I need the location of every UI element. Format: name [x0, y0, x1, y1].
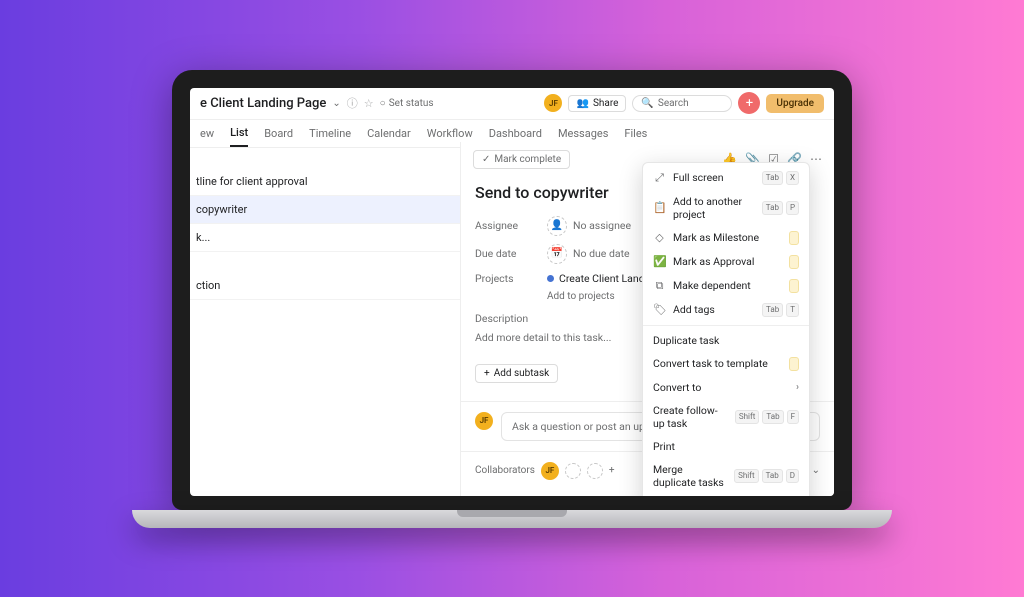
assignee-label: Assignee — [475, 219, 547, 232]
more-icon[interactable]: ⋯ — [810, 152, 822, 166]
task-row[interactable]: ction — [190, 272, 460, 300]
task-list: tline for client approval copywriter k..… — [190, 148, 460, 300]
projects-label: Projects — [475, 272, 547, 285]
menu-mark-approval[interactable]: ✅Mark as Approval — [643, 250, 809, 274]
add-collaborator-slot[interactable] — [587, 463, 603, 479]
search-icon: 🔍 — [641, 98, 653, 109]
check-icon: ✓ — [482, 154, 490, 165]
app-screen: e Client Landing Page ⌄ ⓘ ☆ ○Set status … — [190, 88, 834, 496]
task-row[interactable]: copywriter — [190, 196, 460, 224]
add-collaborator-button[interactable]: + — [609, 465, 615, 476]
assignee-value[interactable]: No assignee — [573, 219, 631, 232]
avatar[interactable]: JF — [544, 94, 562, 112]
clipboard-icon: 📋 — [653, 201, 666, 214]
chevron-right-icon: › — [796, 382, 799, 393]
upgrade-button[interactable]: Upgrade — [766, 94, 824, 113]
menu-follow-up[interactable]: Create follow-up taskShiftTabF — [643, 399, 809, 435]
add-subtask-button[interactable]: +Add subtask — [475, 364, 558, 383]
create-button[interactable]: + — [738, 92, 760, 114]
menu-convert-to[interactable]: Convert to› — [643, 376, 809, 399]
menu-mark-milestone[interactable]: ◇Mark as Milestone — [643, 226, 809, 250]
menu-print[interactable]: Print — [643, 435, 809, 458]
add-collaborator-slot[interactable] — [565, 463, 581, 479]
expand-icon: ⤢ — [653, 171, 666, 185]
menu-full-screen[interactable]: ⤢Full screenTabX — [643, 166, 809, 190]
plus-icon: + — [484, 368, 490, 379]
share-button[interactable]: 👥Share — [568, 95, 626, 112]
laptop-mockup: e Client Landing Page ⌄ ⓘ ☆ ○Set status … — [172, 70, 852, 528]
approval-icon: ✅ — [653, 255, 666, 268]
menu-convert-template[interactable]: Convert task to template — [643, 352, 809, 376]
tag-icon: 🏷 — [653, 303, 666, 316]
task-actions-menu: ⤢Full screenTabX 📋Add to another project… — [642, 162, 810, 496]
search-input[interactable]: 🔍Search — [632, 95, 732, 112]
menu-add-tags[interactable]: 🏷Add tagsTabT — [643, 298, 809, 322]
menu-merge[interactable]: Merge duplicate tasksShiftTabD — [643, 458, 809, 494]
tab-overview[interactable]: ew — [200, 127, 214, 146]
mark-complete-button[interactable]: ✓Mark complete — [473, 150, 570, 169]
chevron-down-icon[interactable]: ⌄ — [332, 98, 340, 109]
tab-calendar[interactable]: Calendar — [367, 127, 411, 146]
calendar-icon[interactable]: 📅 — [547, 244, 567, 264]
milestone-icon: ◇ — [653, 231, 666, 244]
collaborators-label: Collaborators — [475, 465, 535, 476]
dependency-icon: ⧉ — [653, 279, 666, 293]
project-title[interactable]: e Client Landing Page — [200, 96, 326, 111]
people-icon: 👥 — [576, 98, 588, 109]
menu-make-dependent[interactable]: ⧉Make dependent — [643, 274, 809, 298]
chevron-down-icon: ⌄ — [812, 465, 820, 476]
tab-board[interactable]: Board — [264, 127, 293, 146]
assignee-icon[interactable]: 👤 — [547, 216, 567, 236]
tab-timeline[interactable]: Timeline — [309, 127, 351, 146]
project-color-dot — [547, 275, 554, 282]
screen-bezel: e Client Landing Page ⌄ ⓘ ☆ ○Set status … — [172, 70, 852, 510]
due-date-label: Due date — [475, 247, 547, 260]
task-row[interactable]: tline for client approval — [190, 168, 460, 196]
info-icon[interactable]: ⓘ — [347, 95, 358, 111]
set-status-button[interactable]: ○Set status — [380, 98, 434, 109]
task-row[interactable]: k... — [190, 224, 460, 252]
menu-duplicate[interactable]: Duplicate task — [643, 329, 809, 352]
due-date-value[interactable]: No due date — [573, 247, 630, 260]
star-icon[interactable]: ☆ — [364, 97, 374, 110]
tab-list[interactable]: List — [230, 126, 248, 147]
laptop-base — [132, 510, 892, 528]
menu-add-project[interactable]: 📋Add to another projectTabP — [643, 190, 809, 226]
avatar: JF — [475, 412, 493, 430]
avatar[interactable]: JF — [541, 462, 559, 480]
top-bar: e Client Landing Page ⌄ ⓘ ☆ ○Set status … — [190, 88, 834, 120]
